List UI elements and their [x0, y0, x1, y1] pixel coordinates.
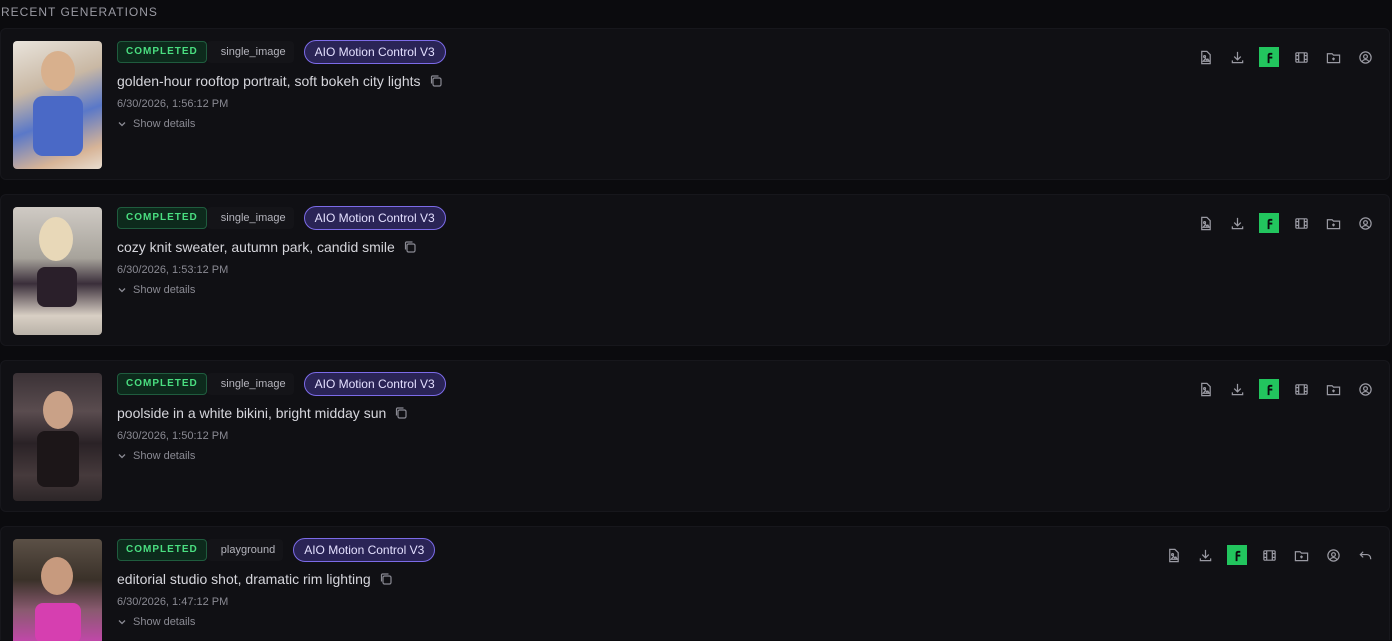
show-details-toggle[interactable]: Show details — [117, 118, 917, 130]
show-details-label: Show details — [133, 118, 196, 130]
folder-icon[interactable] — [1285, 544, 1317, 566]
show-details-label: Show details — [133, 616, 196, 628]
user-circle-icon[interactable] — [1349, 46, 1381, 68]
prompt-text: golden-hour rooftop portrait, soft bokeh… — [117, 73, 421, 89]
film-icon[interactable] — [1253, 544, 1285, 566]
prompt-text: cozy knit sweater, autumn park, candid s… — [117, 239, 395, 255]
show-details-label: Show details — [133, 450, 196, 462]
type-badge: single_image — [206, 207, 294, 229]
chevron-down-icon — [118, 620, 126, 625]
generation-card: COMPLETED single_image AIO Motion Contro… — [0, 360, 1390, 512]
copy-icon[interactable] — [403, 240, 417, 254]
f-green-icon[interactable] — [1253, 46, 1285, 68]
generation-card: COMPLETED playground AIO Motion Control … — [0, 526, 1390, 641]
copy-icon[interactable] — [429, 74, 443, 88]
generation-thumbnail[interactable] — [13, 207, 102, 335]
image-file-icon[interactable] — [1189, 46, 1221, 68]
type-badge: single_image — [206, 41, 294, 63]
model-badge: AIO Motion Control V3 — [293, 538, 436, 562]
timestamp: 6/30/2026, 1:47:12 PM — [117, 596, 229, 608]
timestamp: 6/30/2026, 1:56:12 PM — [117, 98, 229, 110]
timestamp: 6/30/2026, 1:53:12 PM — [117, 264, 229, 276]
f-green-icon[interactable] — [1253, 378, 1285, 400]
status-badge: COMPLETED — [117, 41, 207, 63]
generation-card: COMPLETED single_image AIO Motion Contro… — [0, 194, 1390, 346]
model-badge: AIO Motion Control V3 — [303, 372, 446, 396]
image-file-icon[interactable] — [1189, 212, 1221, 234]
film-icon[interactable] — [1285, 46, 1317, 68]
type-badge: single_image — [206, 373, 294, 395]
status-badge: COMPLETED — [117, 207, 207, 229]
status-badge: COMPLETED — [117, 539, 207, 561]
undo-icon[interactable] — [1349, 544, 1381, 566]
show-details-label: Show details — [133, 284, 196, 296]
download-icon[interactable] — [1221, 46, 1253, 68]
image-file-icon[interactable] — [1157, 544, 1189, 566]
generation-thumbnail[interactable] — [13, 539, 102, 641]
prompt-text: editorial studio shot, dramatic rim ligh… — [117, 571, 371, 587]
folder-icon[interactable] — [1317, 46, 1349, 68]
download-icon[interactable] — [1189, 544, 1221, 566]
folder-icon[interactable] — [1317, 212, 1349, 234]
timestamp: 6/30/2026, 1:50:12 PM — [117, 430, 229, 442]
chevron-down-icon — [118, 454, 126, 459]
generation-thumbnail[interactable] — [13, 41, 102, 169]
copy-icon[interactable] — [394, 406, 408, 420]
film-icon[interactable] — [1285, 378, 1317, 400]
model-badge: AIO Motion Control V3 — [303, 206, 446, 230]
chevron-down-icon — [118, 288, 126, 293]
prompt-text: poolside in a white bikini, bright midda… — [117, 405, 387, 421]
download-icon[interactable] — [1221, 212, 1253, 234]
section-title: RECENT GENERATIONS — [1, 5, 158, 19]
folder-icon[interactable] — [1317, 378, 1349, 400]
type-badge: playground — [206, 539, 284, 561]
show-details-toggle[interactable]: Show details — [117, 284, 917, 296]
image-file-icon[interactable] — [1189, 378, 1221, 400]
download-icon[interactable] — [1221, 378, 1253, 400]
film-icon[interactable] — [1285, 212, 1317, 234]
user-circle-icon[interactable] — [1317, 544, 1349, 566]
status-badge: COMPLETED — [117, 373, 207, 395]
chevron-down-icon — [118, 122, 126, 127]
show-details-toggle[interactable]: Show details — [117, 450, 917, 462]
user-circle-icon[interactable] — [1349, 378, 1381, 400]
show-details-toggle[interactable]: Show details — [117, 616, 917, 628]
user-circle-icon[interactable] — [1349, 212, 1381, 234]
generation-thumbnail[interactable] — [13, 373, 102, 501]
f-green-icon[interactable] — [1221, 544, 1253, 566]
model-badge: AIO Motion Control V3 — [303, 40, 446, 64]
copy-icon[interactable] — [379, 572, 393, 586]
f-green-icon[interactable] — [1253, 212, 1285, 234]
generation-card: COMPLETED single_image AIO Motion Contro… — [0, 28, 1390, 180]
